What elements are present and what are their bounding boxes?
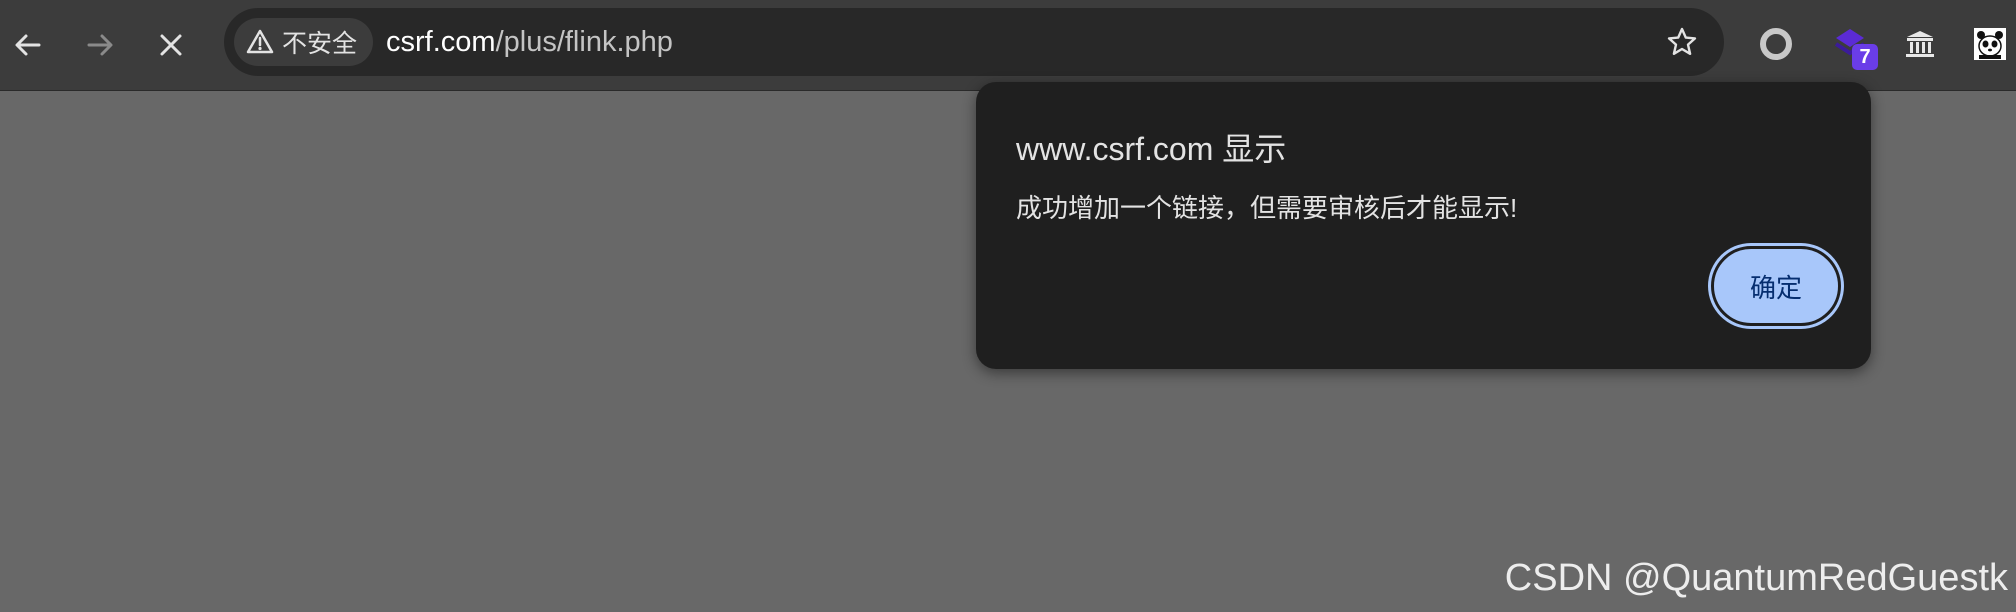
extension-badge: 7 [1852, 44, 1878, 70]
extension-circle-button[interactable] [1752, 20, 1800, 68]
security-indicator[interactable]: 不安全 [234, 18, 374, 66]
url-path: /plus/flink.php [495, 26, 673, 58]
url-text[interactable]: csrf.com/plus/flink.php [386, 8, 673, 76]
forward-arrow-icon [87, 34, 113, 56]
back-button[interactable] [0, 17, 56, 73]
address-bar[interactable]: 不安全 csrf.com/plus/flink.php [224, 8, 1724, 76]
panda-extension-icon [1974, 28, 2006, 60]
stop-button[interactable] [143, 17, 199, 73]
browser-toolbar: 不安全 csrf.com/plus/flink.php 7 [0, 0, 2016, 91]
extension-purple-button[interactable]: 7 [1826, 20, 1878, 70]
stop-loading-icon [160, 34, 182, 56]
bookmark-button[interactable] [1662, 22, 1702, 62]
back-arrow-icon [15, 34, 41, 56]
bookmark-star-icon [1667, 27, 1697, 55]
warning-triangle-icon [246, 29, 274, 54]
circle-extension-icon [1760, 28, 1792, 60]
security-label: 不安全 [282, 30, 358, 58]
forward-button[interactable] [72, 17, 128, 73]
ok-button[interactable]: 确定 [1711, 246, 1841, 326]
watermark: CSDN @QuantumRedGuestk [1504, 557, 2008, 599]
alert-dialog: www.csrf.com 显示 成功增加一个链接，但需要审核后才能显示! 确定 [976, 82, 1871, 369]
dialog-title: www.csrf.com 显示 [1016, 131, 1287, 167]
url-host: csrf.com [386, 26, 496, 58]
extension-pillar-button[interactable] [1896, 20, 1944, 68]
extension-panda-button[interactable] [1966, 20, 2014, 68]
dialog-message: 成功增加一个链接，但需要审核后才能显示! [1016, 193, 1518, 223]
pillar-extension-icon [1906, 31, 1934, 57]
